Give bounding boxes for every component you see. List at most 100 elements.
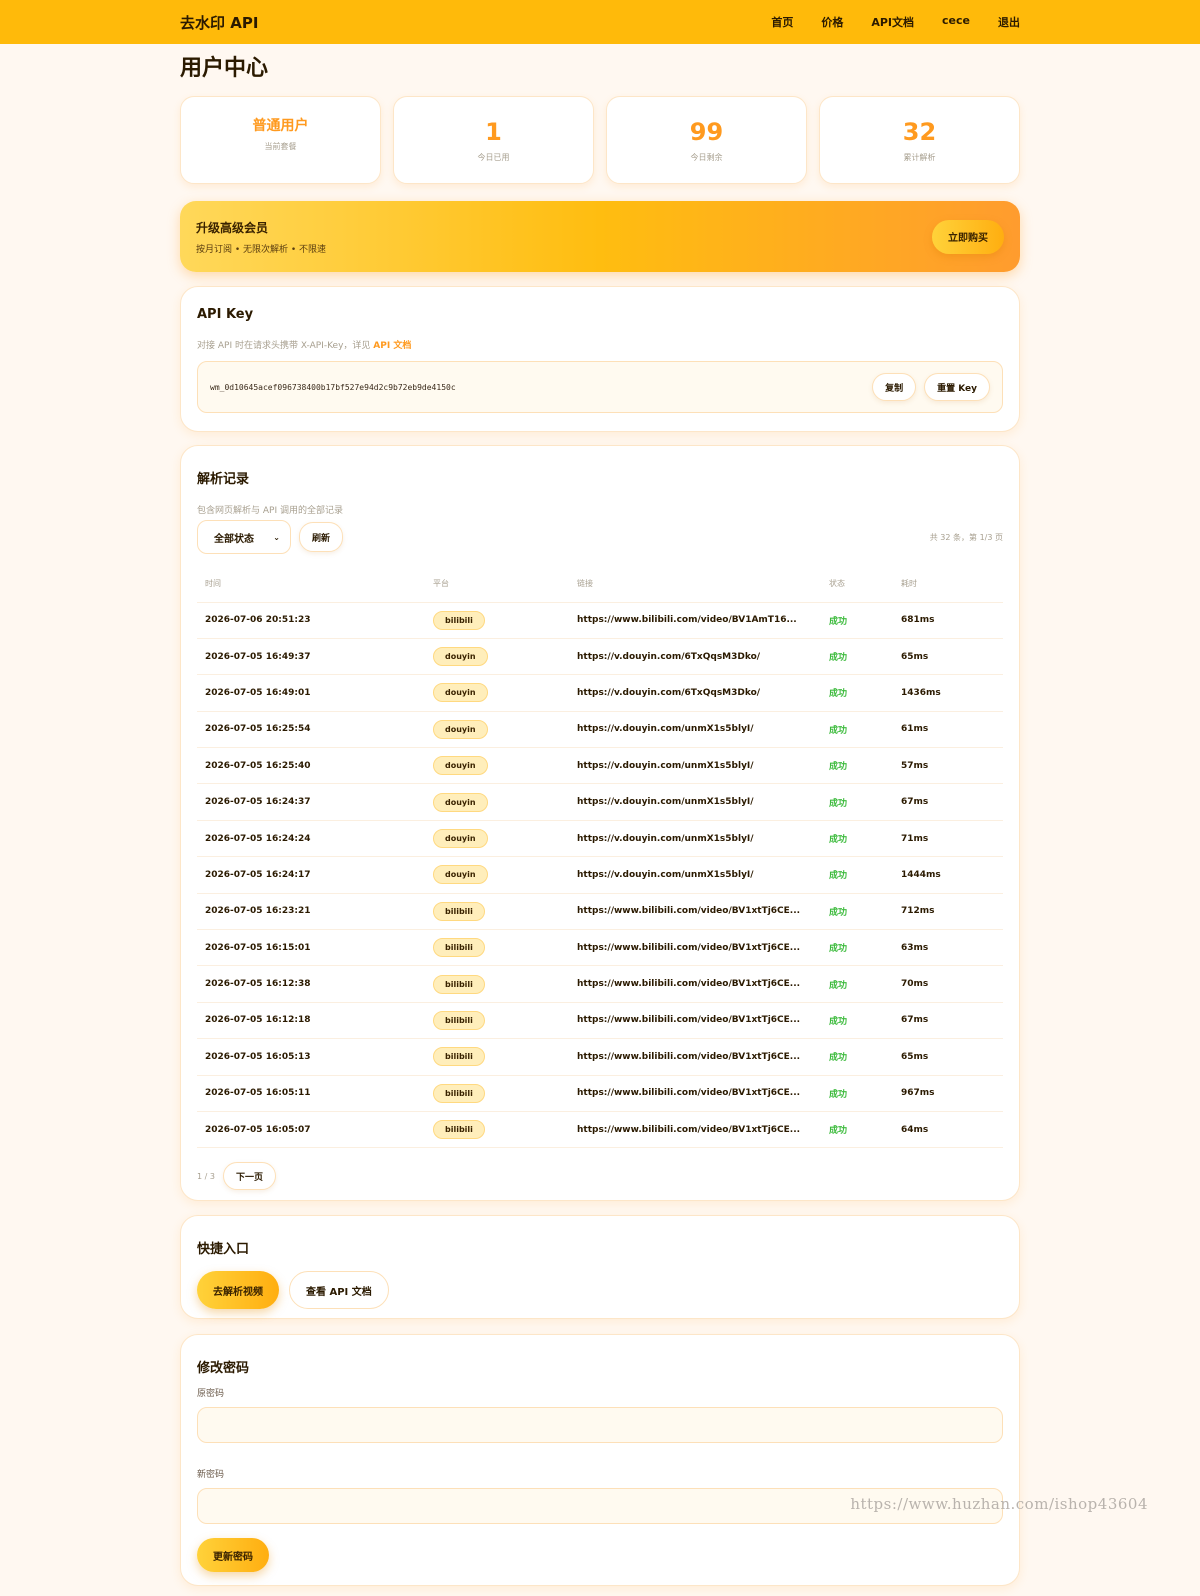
nav-home[interactable]: 首页 — [771, 14, 793, 30]
buy-now-button[interactable]: 立即购买 — [932, 219, 1004, 254]
row-platform: bilibili — [425, 929, 569, 967]
row-link: https://www.bilibili.com/video/BV1xtTj6C… — [569, 1075, 821, 1112]
records-count-meta: 共 32 条，第 1/3 页 — [929, 532, 1003, 542]
row-platform: douyin — [425, 747, 569, 785]
row-time: 2026-07-06 20:51:23 — [197, 602, 425, 639]
table-row: 2026-07-05 16:23:21 bilibili https://www.b… — [197, 893, 1003, 931]
row-link: https://www.bilibili.com/video/BV1xtTj6C… — [569, 1038, 821, 1076]
row-time: 2026-07-05 16:49:37 — [197, 638, 425, 676]
brand-logo[interactable]: 去水印 API — [180, 12, 258, 33]
pager-text: 1 / 3 — [197, 1171, 215, 1181]
next-page-button[interactable]: 下一页 — [222, 1162, 276, 1191]
platform-badge: bilibili — [433, 1010, 485, 1030]
platform-badge: bilibili — [433, 610, 485, 630]
row-status: 成功 — [821, 929, 893, 967]
platform-badge: bilibili — [433, 938, 485, 958]
col-platform: 平台 — [425, 566, 569, 603]
table-header-row: 时间 平台 链接 状态 耗时 — [197, 566, 1003, 603]
row-time: 2026-07-05 16:12:38 — [197, 965, 425, 1003]
row-time: 2026-07-05 16:25:40 — [197, 747, 425, 785]
row-status: 成功 — [821, 1111, 893, 1149]
row-duration: 70ms — [893, 965, 1003, 1003]
row-platform: douyin — [425, 638, 569, 676]
stats-row: 普通用户 当前套餐 1 今日已用 99 今日剩余 32 累计解析 — [180, 96, 1020, 184]
row-link: https://www.bilibili.com/video/BV1xtTj6C… — [569, 929, 821, 967]
row-link: https://www.bilibili.com/video/BV1xtTj6C… — [569, 965, 821, 1003]
stat-plan-label: 当前套餐 — [264, 142, 297, 151]
api-key-actions: 复制 重置 Key — [872, 373, 990, 401]
table-row: 2026-07-05 16:05:11 bilibili https://www.b… — [197, 1075, 1003, 1112]
table-row: 2026-07-05 16:12:38 bilibili https://www.b… — [197, 965, 1003, 1003]
row-time: 2026-07-05 16:12:18 — [197, 1002, 425, 1040]
quick-card: 快捷入口 去解析视频 查看 API 文档 — [180, 1215, 1020, 1319]
row-duration: 71ms — [893, 820, 1003, 858]
records-title: 解析记录 — [197, 472, 250, 487]
row-link: https://www.bilibili.com/video/BV1xtTj6C… — [569, 1111, 821, 1149]
row-status: 成功 — [821, 711, 893, 749]
row-duration: 967ms — [893, 1075, 1003, 1112]
stat-remaining-value: 99 — [689, 117, 724, 146]
platform-badge: bilibili — [433, 1120, 485, 1140]
row-platform: bilibili — [425, 893, 569, 931]
refresh-button[interactable]: 刷新 — [299, 522, 344, 552]
row-link: https://v.douyin.com/unmX1s5blyI/ — [569, 783, 821, 821]
row-duration: 1436ms — [893, 674, 1003, 712]
parse-video-button[interactable]: 去解析视频 — [197, 1271, 279, 1309]
table-row: 2026-07-05 16:05:07 bilibili https://www.b… — [197, 1111, 1003, 1149]
stat-used-today: 1 今日已用 — [393, 96, 594, 184]
new-password-label: 新密码 — [197, 1470, 225, 1480]
table-row: 2026-07-05 16:49:01 douyin https://v.douyi… — [197, 674, 1003, 712]
platform-badge: bilibili — [433, 1047, 485, 1067]
row-platform: douyin — [425, 674, 569, 712]
platform-badge: douyin — [433, 829, 488, 849]
row-time: 2026-07-05 16:05:13 — [197, 1038, 425, 1076]
records-filter-row: 全部状态 ⌄ 刷新 共 32 条，第 1/3 页 — [197, 520, 1003, 554]
row-duration: 1444ms — [893, 856, 1003, 894]
row-time: 2026-07-05 16:05:11 — [197, 1075, 425, 1112]
view-api-docs-button[interactable]: 查看 API 文档 — [289, 1271, 389, 1309]
stat-remaining-label: 今日剩余 — [690, 152, 723, 162]
reset-key-button[interactable]: 重置 Key — [924, 373, 990, 401]
row-platform: douyin — [425, 711, 569, 749]
row-status: 成功 — [821, 602, 893, 639]
row-platform: douyin — [425, 783, 569, 821]
row-status: 成功 — [821, 747, 893, 785]
row-time: 2026-07-05 16:24:17 — [197, 856, 425, 894]
records-table-body: 2026-07-06 20:51:23 bilibili https://www.b… — [197, 602, 1003, 1149]
nav-username[interactable]: cece — [942, 14, 970, 30]
row-platform: douyin — [425, 856, 569, 894]
row-platform: bilibili — [425, 1111, 569, 1149]
nav-pricing[interactable]: 价格 — [821, 14, 843, 30]
old-password-input[interactable] — [197, 1407, 1003, 1443]
row-platform: bilibili — [425, 965, 569, 1003]
status-filter-select[interactable]: 全部状态 ⌄ — [197, 520, 291, 554]
stat-plan-value: 普通用户 — [252, 118, 309, 134]
chevron-down-icon: ⌄ — [273, 532, 280, 542]
upgrade-text: 升级高级会员 按月订阅 • 无限次解析 • 不限速 — [196, 219, 326, 255]
row-status: 成功 — [821, 638, 893, 676]
nav-logout[interactable]: 退出 — [998, 14, 1020, 30]
password-card: 修改密码 原密码 新密码 更新密码 — [180, 1334, 1020, 1586]
copy-key-button[interactable]: 复制 — [872, 373, 917, 401]
password-title: 修改密码 — [197, 1361, 250, 1376]
row-platform: bilibili — [425, 602, 569, 639]
row-status: 成功 — [821, 856, 893, 894]
nav-api-docs[interactable]: API文档 — [871, 14, 914, 30]
row-platform: bilibili — [425, 1038, 569, 1076]
api-docs-link[interactable]: API 文档 — [373, 341, 411, 351]
records-table: 时间 平台 链接 状态 耗时 2026-07-06 20:51:23 bilibi… — [197, 566, 1003, 1149]
old-password-label: 原密码 — [197, 1389, 225, 1399]
table-row: 2026-07-05 16:49:37 douyin https://v.douyi… — [197, 638, 1003, 676]
table-row: 2026-07-05 16:05:13 bilibili https://www.b… — [197, 1038, 1003, 1076]
top-navbar: 去水印 API 首页 价格 API文档 cece 退出 — [0, 0, 1200, 44]
table-row: 2026-07-05 16:25:54 douyin https://v.douyi… — [197, 711, 1003, 749]
platform-badge: douyin — [433, 756, 488, 776]
row-link: https://v.douyin.com/unmX1s5blyI/ — [569, 856, 821, 894]
table-row: 2026-07-05 16:15:01 bilibili https://www.b… — [197, 929, 1003, 967]
api-key-value[interactable]: wm_0d10645acef096738400b17bf527e94d2c9b7… — [210, 383, 456, 392]
pagination: 1 / 3 下一页 — [197, 1162, 1003, 1191]
update-password-button[interactable]: 更新密码 — [197, 1538, 269, 1572]
api-key-title: API Key — [197, 307, 254, 322]
page-title: 用户中心 — [180, 56, 269, 81]
stat-used-value: 1 — [485, 117, 502, 146]
